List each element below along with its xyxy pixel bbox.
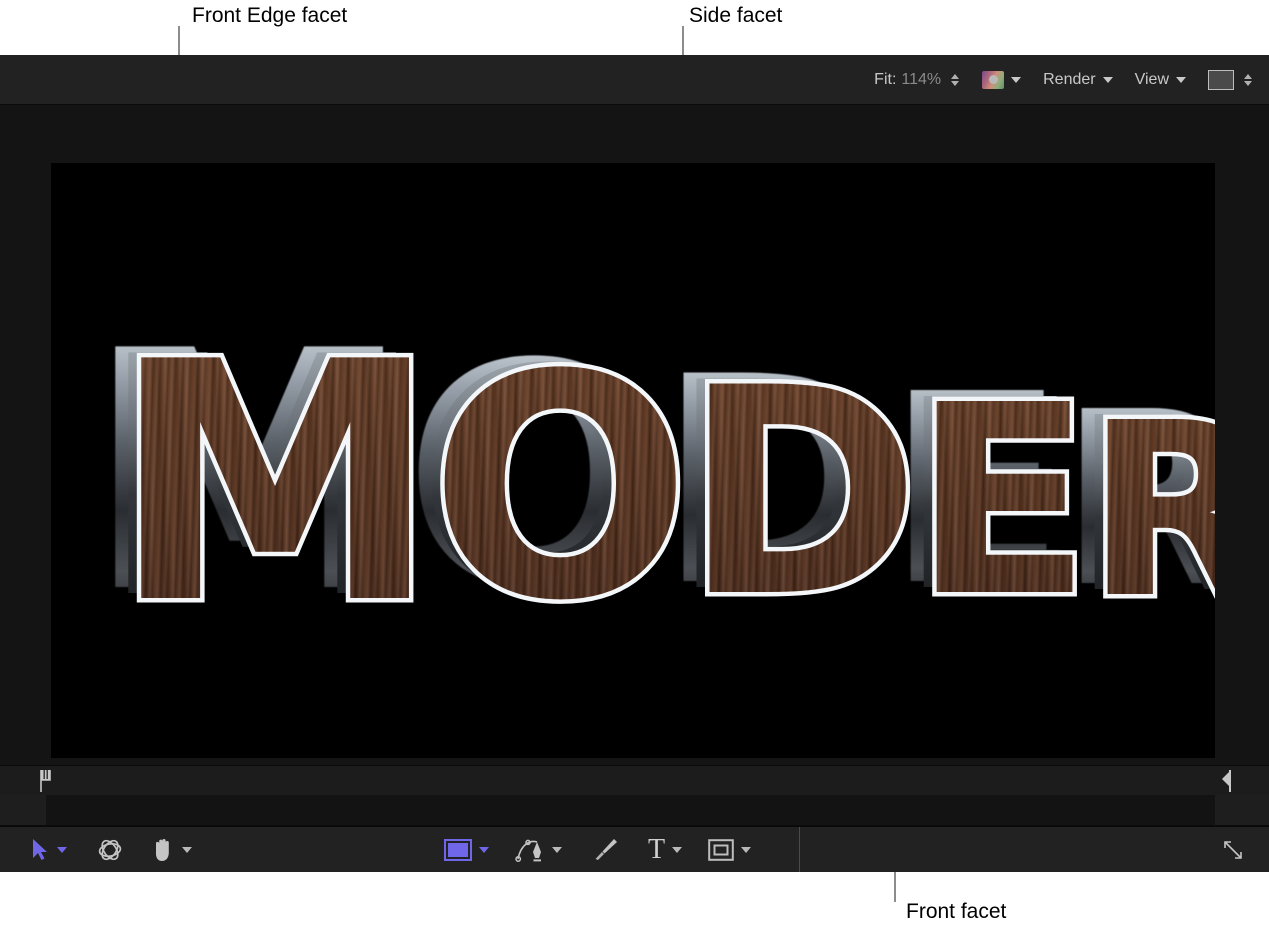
render-menu[interactable]: Render xyxy=(1043,71,1112,89)
paintbrush-icon xyxy=(592,837,618,863)
tools-toolbar: T xyxy=(0,826,1269,872)
stepper-updown-icon[interactable] xyxy=(1242,70,1253,90)
render-label: Render xyxy=(1043,71,1095,89)
chevron-down-icon[interactable] xyxy=(1011,77,1021,83)
front-facet-layer: M xyxy=(111,292,439,676)
chevron-down-icon[interactable] xyxy=(182,847,192,853)
front-facet-layer: D xyxy=(683,328,920,660)
3d-transform-tool[interactable] xyxy=(95,827,125,872)
view-label: View xyxy=(1135,71,1169,89)
glyph-M: M M M M xyxy=(111,333,439,637)
bezier-tool[interactable] xyxy=(515,827,562,872)
canvas-top-toolbar: Fit: 114% Render View xyxy=(0,55,1269,105)
timeline-track-bar[interactable] xyxy=(0,795,1269,826)
text-t-icon: T xyxy=(648,834,665,866)
mask-rectangle-icon xyxy=(708,839,734,861)
view-menu[interactable]: View xyxy=(1135,71,1186,89)
pan-tool[interactable] xyxy=(151,827,192,872)
timeline-scrubber-bar[interactable] xyxy=(0,765,1269,797)
screenshot-root: Front Edge facet Side facet Front facet … xyxy=(0,0,1269,936)
front-facet-layer: O xyxy=(429,309,691,668)
glyph-O: O O O O xyxy=(429,347,691,630)
orbit-3d-icon xyxy=(95,835,125,865)
app-window: Fit: 114% Render View xyxy=(0,55,1269,872)
shape-tool[interactable] xyxy=(444,827,489,872)
chevron-down-icon[interactable] xyxy=(672,847,682,853)
fit-label: Fit: xyxy=(874,71,896,89)
chevron-down-icon[interactable] xyxy=(741,847,751,853)
in-point-marker-icon[interactable] xyxy=(38,770,52,792)
text-tool[interactable]: T xyxy=(648,827,682,872)
out-point-marker-icon[interactable] xyxy=(1219,770,1233,792)
stepper-updown-icon[interactable] xyxy=(949,70,960,90)
callout-label-side-facet: Side facet xyxy=(689,5,782,26)
glyph-R: R R R R xyxy=(1086,401,1215,622)
3d-text-object[interactable]: M M M M O O O O D D xyxy=(111,333,1215,637)
pen-bezier-icon xyxy=(515,836,545,864)
front-facet-layer: R xyxy=(1086,371,1215,651)
viewer-canvas[interactable]: M M M M O O O O D D xyxy=(51,163,1215,758)
track-tail-region xyxy=(1215,795,1269,825)
glyph-D: D D D D xyxy=(683,363,920,626)
mask-tool[interactable] xyxy=(708,827,751,872)
chevron-down-icon[interactable] xyxy=(57,847,67,853)
select-tool[interactable] xyxy=(30,827,67,872)
chevron-down-icon[interactable] xyxy=(1176,77,1186,83)
resize-handle[interactable] xyxy=(1221,827,1245,872)
background-color-swatch-icon[interactable] xyxy=(1208,70,1234,90)
toolbar-divider xyxy=(799,827,800,872)
hand-icon xyxy=(151,837,175,863)
color-wheel-icon xyxy=(982,71,1004,89)
chevron-down-icon[interactable] xyxy=(1103,77,1113,83)
paint-stroke-tool[interactable] xyxy=(592,827,618,872)
color-channel-menu[interactable] xyxy=(982,71,1021,89)
zoom-level-value: 114% xyxy=(901,71,941,89)
chevron-down-icon[interactable] xyxy=(552,847,562,853)
3d-text-scene: M M M M O O O O D D xyxy=(51,163,1215,758)
callout-label-front-facet: Front facet xyxy=(906,901,1006,922)
canvas-area: M M M M O O O O D D xyxy=(0,105,1269,765)
rectangle-shape-icon xyxy=(444,839,472,861)
chevron-down-icon[interactable] xyxy=(479,847,489,853)
background-color-control[interactable] xyxy=(1208,70,1253,90)
arrow-cursor-icon xyxy=(30,838,50,862)
diagonal-arrows-icon xyxy=(1221,838,1245,862)
callout-label-front-edge-facet: Front Edge facet xyxy=(192,5,347,26)
zoom-level-control[interactable]: Fit: 114% xyxy=(874,70,960,90)
track-lead-region xyxy=(0,795,46,825)
